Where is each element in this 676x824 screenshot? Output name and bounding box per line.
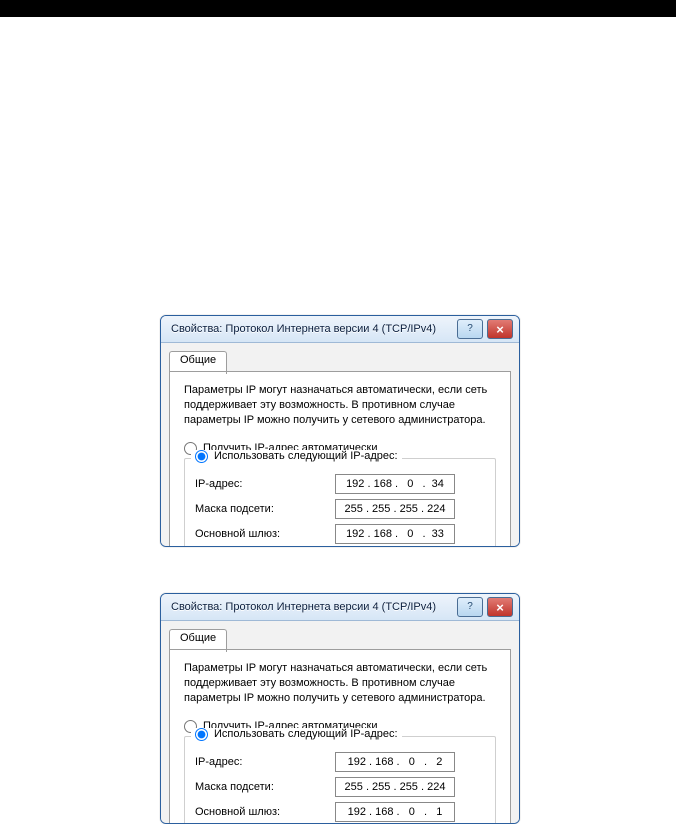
close-button[interactable]: ×: [487, 319, 513, 339]
titlebar[interactable]: Свойства: Протокол Интернета версии 4 (T…: [161, 316, 519, 343]
close-button[interactable]: ×: [487, 597, 513, 617]
default-gateway-label: Основной шлюз:: [195, 528, 335, 540]
radio-use-following-input[interactable]: [195, 728, 208, 741]
ipv4-properties-dialog-1: Свойства: Протокол Интернета версии 4 (T…: [160, 315, 520, 547]
subnet-mask-input[interactable]: [335, 777, 455, 797]
ip-address-label: IP-адрес:: [195, 756, 335, 768]
default-gateway-label: Основной шлюз:: [195, 806, 335, 818]
help-icon: ?: [467, 324, 473, 334]
description-text: Параметры IP могут назначаться автоматич…: [184, 661, 496, 706]
titlebar[interactable]: Свойства: Протокол Интернета версии 4 (T…: [161, 594, 519, 621]
subnet-mask-input[interactable]: [335, 499, 455, 519]
radio-use-following-label: Использовать следующий IP-адрес:: [214, 728, 398, 740]
radio-use-following-input[interactable]: [195, 450, 208, 463]
subnet-mask-label: Маска подсети:: [195, 503, 335, 515]
tab-general[interactable]: Общие: [169, 351, 227, 374]
ip-address-label: IP-адрес:: [195, 478, 335, 490]
manual-ip-group: Использовать следующий IP-адрес: IP-адре…: [184, 458, 496, 547]
description-text: Параметры IP могут назначаться автоматич…: [184, 383, 496, 428]
close-icon: ×: [496, 323, 504, 336]
radio-use-following-label: Использовать следующий IP-адрес:: [214, 450, 398, 462]
ipv4-properties-dialog-2: Свойства: Протокол Интернета версии 4 (T…: [160, 593, 520, 824]
ip-address-input[interactable]: [335, 474, 455, 494]
window-title: Свойства: Протокол Интернета версии 4 (T…: [171, 601, 453, 613]
window-title: Свойства: Протокол Интернета версии 4 (T…: [171, 323, 453, 335]
help-icon: ?: [467, 602, 473, 612]
help-button[interactable]: ?: [457, 597, 483, 617]
default-gateway-input[interactable]: [335, 524, 455, 544]
ip-address-input[interactable]: [335, 752, 455, 772]
default-gateway-input[interactable]: [335, 802, 455, 822]
help-button[interactable]: ?: [457, 319, 483, 339]
top-black-banner: [0, 0, 676, 17]
close-icon: ×: [496, 601, 504, 614]
tab-general[interactable]: Общие: [169, 629, 227, 652]
manual-ip-group: Использовать следующий IP-адрес: IP-адре…: [184, 736, 496, 824]
subnet-mask-label: Маска подсети:: [195, 781, 335, 793]
